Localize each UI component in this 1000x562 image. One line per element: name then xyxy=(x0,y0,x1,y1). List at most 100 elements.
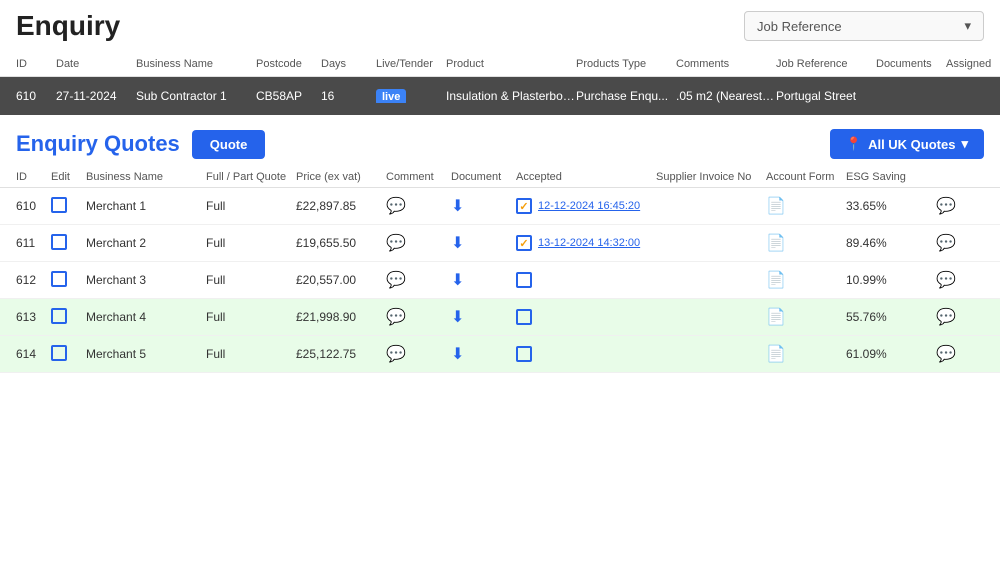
quote-account-form[interactable]: 📄 xyxy=(766,307,846,327)
enquiry-business-name: Sub Contractor 1 xyxy=(136,89,256,103)
quote-price: £21,998.90 xyxy=(296,310,386,324)
chat-bubble-icon: 💬 xyxy=(936,198,956,215)
pin-icon: 📍 xyxy=(846,136,862,152)
quote-full-part: Full xyxy=(206,310,296,324)
chevron-down-icon: ▾ xyxy=(961,136,968,152)
quote-account-form[interactable]: 📄 xyxy=(766,270,846,290)
accepted-checkbox[interactable] xyxy=(516,198,532,214)
quote-comment-icon[interactable]: 💬 xyxy=(386,270,451,290)
quote-esg-saving: 55.76% xyxy=(846,310,916,324)
download-icon: ⬇ xyxy=(451,198,464,215)
quote-edit-checkbox[interactable] xyxy=(51,308,86,327)
quote-esg-saving: 61.09% xyxy=(846,347,916,361)
quote-chat-icon[interactable]: 💬 xyxy=(916,270,956,290)
enquiry-live-tender: live xyxy=(376,89,446,103)
quote-edit-checkbox[interactable] xyxy=(51,234,86,253)
quote-account-form[interactable]: 📄 xyxy=(766,233,846,253)
quote-download-icon[interactable]: ⬇ xyxy=(451,270,516,290)
quote-row: 612 Merchant 3 Full £20,557.00 💬 ⬇ 📄 10.… xyxy=(0,262,1000,299)
quote-download-icon[interactable]: ⬇ xyxy=(451,196,516,216)
quote-account-form[interactable]: 📄 xyxy=(766,344,846,364)
quote-comment-icon[interactable]: 💬 xyxy=(386,196,451,216)
qcol-supplier-invoice: Supplier Invoice No xyxy=(656,171,766,183)
chat-bubble-icon: 💬 xyxy=(936,309,956,326)
quote-download-icon[interactable]: ⬇ xyxy=(451,307,516,327)
col-business-name: Business Name xyxy=(136,58,256,70)
quote-button[interactable]: Quote xyxy=(192,130,266,159)
quote-business-name: Merchant 3 xyxy=(86,273,206,287)
chevron-down-icon: ▾ xyxy=(964,18,971,34)
quote-id: 611 xyxy=(16,236,51,250)
quote-id: 613 xyxy=(16,310,51,324)
qcol-price: Price (ex vat) xyxy=(296,171,386,183)
quote-accepted-cell xyxy=(516,272,656,288)
quote-id: 614 xyxy=(16,347,51,361)
quote-accepted-cell xyxy=(516,346,656,362)
quote-chat-icon[interactable]: 💬 xyxy=(916,196,956,216)
quote-edit-checkbox[interactable] xyxy=(51,271,86,290)
chat-bubble-icon: 💬 xyxy=(936,235,956,252)
quote-price: £19,655.50 xyxy=(296,236,386,250)
comment-icon: 💬 xyxy=(386,198,406,215)
quote-price: £22,897.85 xyxy=(296,199,386,213)
col-comments: Comments xyxy=(676,58,776,70)
edit-checkbox[interactable] xyxy=(51,345,67,361)
quote-chat-icon[interactable]: 💬 xyxy=(916,344,956,364)
edit-checkbox[interactable] xyxy=(51,197,67,213)
quote-row: 614 Merchant 5 Full £25,122.75 💬 ⬇ 📄 61.… xyxy=(0,336,1000,373)
chat-bubble-icon: 💬 xyxy=(936,272,956,289)
quote-accepted-cell: 12-12-2024 16:45:20 xyxy=(516,198,656,214)
accepted-date[interactable]: 13-12-2024 14:32:00 xyxy=(538,237,640,249)
qcol-account-form: Account Form xyxy=(766,171,846,183)
quote-edit-checkbox[interactable] xyxy=(51,345,86,364)
edit-checkbox[interactable] xyxy=(51,234,67,250)
account-form-icon: 📄 xyxy=(766,272,786,289)
quote-chat-icon[interactable]: 💬 xyxy=(916,307,956,327)
quotes-table: 610 Merchant 1 Full £22,897.85 💬 ⬇ 12-12… xyxy=(0,188,1000,373)
quote-chat-icon[interactable]: 💬 xyxy=(916,233,956,253)
quote-full-part: Full xyxy=(206,347,296,361)
eq-header-left: Enquiry Quotes Quote xyxy=(16,130,265,159)
accepted-checkbox[interactable] xyxy=(516,346,532,362)
enquiry-product: Insulation & Plasterboard xyxy=(446,89,576,103)
quote-business-name: Merchant 2 xyxy=(86,236,206,250)
quote-esg-saving: 10.99% xyxy=(846,273,916,287)
edit-checkbox[interactable] xyxy=(51,271,67,287)
quote-download-icon[interactable]: ⬇ xyxy=(451,233,516,253)
enquiry-col-headers: ID Date Business Name Postcode Days Live… xyxy=(0,52,1000,77)
qcol-comment: Comment xyxy=(386,171,451,183)
quote-edit-checkbox[interactable] xyxy=(51,197,86,216)
comment-icon: 💬 xyxy=(386,346,406,363)
qcol-full-part-quote: Full / Part Quote xyxy=(206,171,296,183)
qcol-business-name: Business Name xyxy=(86,171,206,183)
quote-account-form[interactable]: 📄 xyxy=(766,196,846,216)
accepted-checkbox[interactable] xyxy=(516,235,532,251)
job-reference-dropdown[interactable]: Job Reference ▾ xyxy=(744,11,984,41)
quotes-col-headers: ID Edit Business Name Full / Part Quote … xyxy=(0,167,1000,188)
quote-id: 612 xyxy=(16,273,51,287)
all-uk-quotes-button[interactable]: 📍 All UK Quotes ▾ xyxy=(830,129,984,159)
col-id: ID xyxy=(16,58,56,70)
edit-checkbox[interactable] xyxy=(51,308,67,324)
col-products-type: Products Type xyxy=(576,58,676,70)
accepted-date[interactable]: 12-12-2024 16:45:20 xyxy=(538,200,640,212)
enquiry-products-type: Purchase Enqu... xyxy=(576,89,676,103)
quote-business-name: Merchant 5 xyxy=(86,347,206,361)
col-documents: Documents xyxy=(876,58,946,70)
accepted-checkbox[interactable] xyxy=(516,272,532,288)
uk-quotes-label: All UK Quotes xyxy=(868,137,955,152)
col-days: Days xyxy=(321,58,376,70)
enquiry-quotes-header: Enquiry Quotes Quote 📍 All UK Quotes ▾ xyxy=(0,115,1000,167)
quote-business-name: Merchant 1 xyxy=(86,199,206,213)
quote-accepted-cell xyxy=(516,309,656,325)
quote-comment-icon[interactable]: 💬 xyxy=(386,307,451,327)
quote-comment-icon[interactable]: 💬 xyxy=(386,344,451,364)
account-form-icon: 📄 xyxy=(766,309,786,326)
col-job-reference: Job Reference xyxy=(776,58,876,70)
quote-esg-saving: 89.46% xyxy=(846,236,916,250)
quote-download-icon[interactable]: ⬇ xyxy=(451,344,516,364)
comment-icon: 💬 xyxy=(386,272,406,289)
quote-price: £25,122.75 xyxy=(296,347,386,361)
quote-comment-icon[interactable]: 💬 xyxy=(386,233,451,253)
accepted-checkbox[interactable] xyxy=(516,309,532,325)
